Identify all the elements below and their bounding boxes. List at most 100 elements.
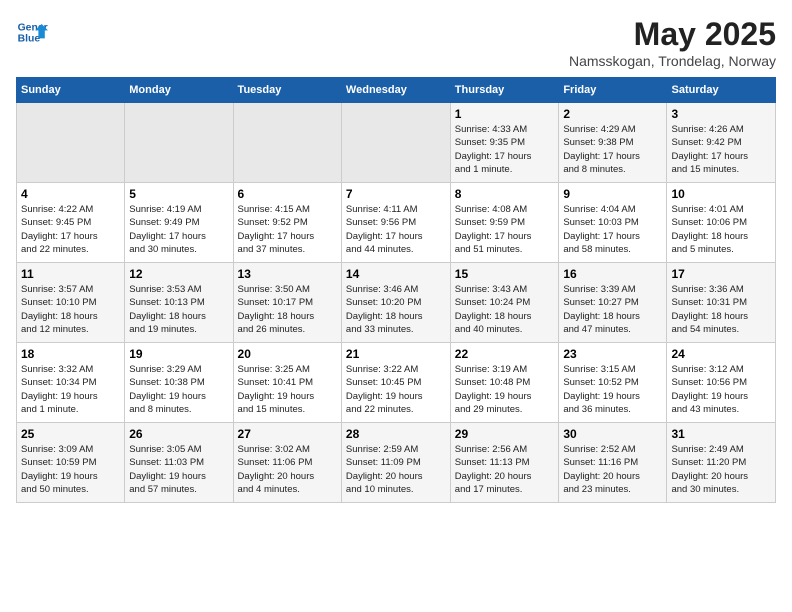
day-info: Sunrise: 3:43 AMSunset: 10:24 PMDaylight… [455,283,555,336]
calendar-week-3: 11 Sunrise: 3:57 AMSunset: 10:10 PMDaylig… [17,263,776,343]
day-info: Sunrise: 2:49 AMSunset: 11:20 PMDaylight… [671,443,771,496]
calendar-cell: 23Sunrise: 3:15 AMSunset: 10:52 PMDaylig… [559,343,667,423]
calendar-week-2: 4Sunrise: 4:22 AMSunset: 9:45 PMDaylight… [17,183,776,263]
header-day-saturday: Saturday [667,78,776,103]
day-info: Sunrise: 4:15 AMSunset: 9:52 PMDaylight:… [238,203,337,256]
day-info: Sunrise: 3:57 AMSunset: 10:10 PMDaylight… [21,283,120,336]
calendar-table: SundayMondayTuesdayWednesdayThursdayFrid… [16,77,776,503]
day-number: 25 [21,427,120,441]
day-info: Sunrise: 3:19 AMSunset: 10:48 PMDaylight… [455,363,555,416]
day-number: 12 [129,267,228,281]
day-number: 2 [563,107,662,121]
day-number: 31 [671,427,771,441]
calendar-cell [17,103,125,183]
day-number: 21 [346,347,446,361]
day-info: Sunrise: 4:04 AMSunset: 10:03 PMDaylight… [563,203,662,256]
title-area: May 2025 Namsskogan, Trondelag, Norway [569,16,776,69]
calendar-cell: 19Sunrise: 3:29 AMSunset: 10:38 PMDaylig… [125,343,233,423]
day-number: 10 [671,187,771,201]
header-day-monday: Monday [125,78,233,103]
day-info: Sunrise: 3:09 AMSunset: 10:59 PMDaylight… [21,443,120,496]
day-number: 26 [129,427,228,441]
day-number: 15 [455,267,555,281]
day-info: Sunrise: 4:26 AMSunset: 9:42 PMDaylight:… [671,123,771,176]
day-info: Sunrise: 2:59 AMSunset: 11:09 PMDaylight… [346,443,446,496]
calendar-header-row: SundayMondayTuesdayWednesdayThursdayFrid… [17,78,776,103]
calendar-cell: 4Sunrise: 4:22 AMSunset: 9:45 PMDaylight… [17,183,125,263]
header-day-sunday: Sunday [17,78,125,103]
day-info: Sunrise: 3:12 AMSunset: 10:56 PMDaylight… [671,363,771,416]
day-info: Sunrise: 3:02 AMSunset: 11:06 PMDaylight… [238,443,337,496]
day-info: Sunrise: 3:32 AMSunset: 10:34 PMDaylight… [21,363,120,416]
day-number: 28 [346,427,446,441]
calendar-cell: 31 Sunrise: 2:49 AMSunset: 11:20 PMDaylig… [667,423,776,503]
day-number: 1 [455,107,555,121]
day-number: 7 [346,187,446,201]
subtitle: Namsskogan, Trondelag, Norway [569,53,776,69]
calendar-cell: 12 Sunrise: 3:53 AMSunset: 10:13 PMDaylig… [125,263,233,343]
calendar-body: 1 Sunrise: 4:33 AMSunset: 9:35 PMDaylight… [17,103,776,503]
day-info: Sunrise: 4:08 AMSunset: 9:59 PMDaylight:… [455,203,555,256]
day-info: Sunrise: 3:05 AMSunset: 11:03 PMDaylight… [129,443,228,496]
calendar-cell: 24Sunrise: 3:12 AMSunset: 10:56 PMDaylig… [667,343,776,423]
calendar-cell: 29 Sunrise: 2:56 AMSunset: 11:13 PMDaylig… [450,423,559,503]
calendar-cell: 28 Sunrise: 2:59 AMSunset: 11:09 PMDaylig… [341,423,450,503]
logo: General Blue [16,16,48,48]
day-info: Sunrise: 3:53 AMSunset: 10:13 PMDaylight… [129,283,228,336]
day-number: 18 [21,347,120,361]
day-info: Sunrise: 3:39 AMSunset: 10:27 PMDaylight… [563,283,662,336]
calendar-cell: 13Sunrise: 3:50 AMSunset: 10:17 PMDaylig… [233,263,341,343]
day-number: 23 [563,347,662,361]
svg-text:Blue: Blue [18,34,41,45]
calendar-week-5: 25 Sunrise: 3:09 AMSunset: 10:59 PMDaylig… [17,423,776,503]
day-info: Sunrise: 3:46 AMSunset: 10:20 PMDaylight… [346,283,446,336]
day-number: 11 [21,267,120,281]
calendar-cell: 8 Sunrise: 4:08 AMSunset: 9:59 PMDaylight… [450,183,559,263]
calendar-cell: 22 Sunrise: 3:19 AMSunset: 10:48 PMDaylig… [450,343,559,423]
day-info: Sunrise: 3:29 AMSunset: 10:38 PMDaylight… [129,363,228,416]
calendar-cell: 26 Sunrise: 3:05 AMSunset: 11:03 PMDaylig… [125,423,233,503]
day-number: 30 [563,427,662,441]
calendar-cell: 30 Sunrise: 2:52 AMSunset: 11:16 PMDaylig… [559,423,667,503]
day-number: 9 [563,187,662,201]
calendar-cell: 11 Sunrise: 3:57 AMSunset: 10:10 PMDaylig… [17,263,125,343]
day-number: 27 [238,427,337,441]
day-info: Sunrise: 4:29 AMSunset: 9:38 PMDaylight:… [563,123,662,176]
header-day-friday: Friday [559,78,667,103]
calendar-cell: 16 Sunrise: 3:39 AMSunset: 10:27 PMDaylig… [559,263,667,343]
day-info: Sunrise: 3:25 AMSunset: 10:41 PMDaylight… [238,363,337,416]
day-number: 17 [671,267,771,281]
day-number: 8 [455,187,555,201]
header-day-wednesday: Wednesday [341,78,450,103]
calendar-cell [341,103,450,183]
day-number: 14 [346,267,446,281]
calendar-cell: 15 Sunrise: 3:43 AMSunset: 10:24 PMDaylig… [450,263,559,343]
day-number: 22 [455,347,555,361]
calendar-cell: 14 Sunrise: 3:46 AMSunset: 10:20 PMDaylig… [341,263,450,343]
day-number: 29 [455,427,555,441]
day-number: 4 [21,187,120,201]
calendar-cell [233,103,341,183]
calendar-week-4: 18 Sunrise: 3:32 AMSunset: 10:34 PMDaylig… [17,343,776,423]
main-title: May 2025 [569,16,776,53]
calendar-cell: 1 Sunrise: 4:33 AMSunset: 9:35 PMDaylight… [450,103,559,183]
calendar-cell: 20 Sunrise: 3:25 AMSunset: 10:41 PMDaylig… [233,343,341,423]
day-info: Sunrise: 2:56 AMSunset: 11:13 PMDaylight… [455,443,555,496]
day-number: 16 [563,267,662,281]
day-number: 3 [671,107,771,121]
calendar-cell: 27 Sunrise: 3:02 AMSunset: 11:06 PMDaylig… [233,423,341,503]
day-info: Sunrise: 3:50 AMSunset: 10:17 PMDaylight… [238,283,337,336]
day-info: Sunrise: 4:33 AMSunset: 9:35 PMDaylight:… [455,123,555,176]
header-day-thursday: Thursday [450,78,559,103]
header: General Blue May 2025 Namsskogan, Tronde… [16,16,776,69]
day-info: Sunrise: 2:52 AMSunset: 11:16 PMDaylight… [563,443,662,496]
day-number: 5 [129,187,228,201]
calendar-cell: 18 Sunrise: 3:32 AMSunset: 10:34 PMDaylig… [17,343,125,423]
day-number: 20 [238,347,337,361]
day-info: Sunrise: 4:01 AMSunset: 10:06 PMDaylight… [671,203,771,256]
calendar-cell: 17Sunrise: 3:36 AMSunset: 10:31 PMDaylig… [667,263,776,343]
day-info: Sunrise: 3:22 AMSunset: 10:45 PMDaylight… [346,363,446,416]
calendar-week-1: 1 Sunrise: 4:33 AMSunset: 9:35 PMDaylight… [17,103,776,183]
calendar-cell: 9 Sunrise: 4:04 AMSunset: 10:03 PMDayligh… [559,183,667,263]
calendar-cell: 10 Sunrise: 4:01 AMSunset: 10:06 PMDaylig… [667,183,776,263]
